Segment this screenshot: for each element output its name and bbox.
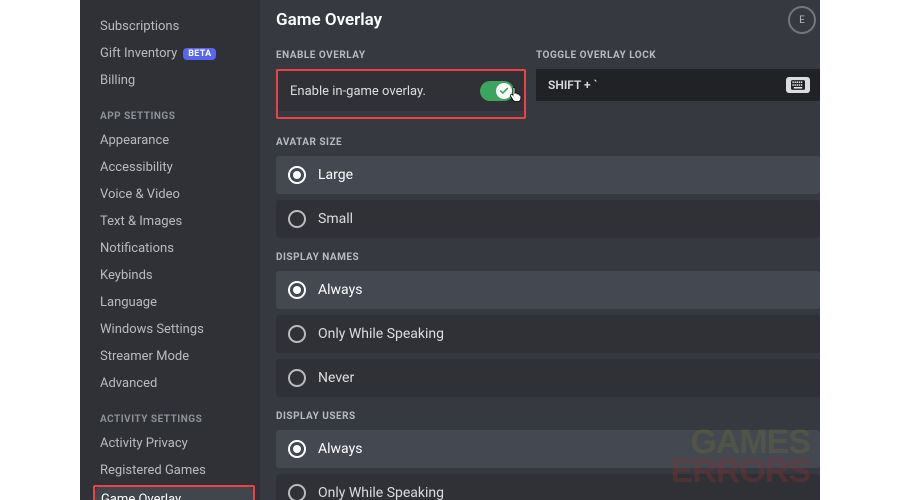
radio-option-only-while-speaking[interactable]: Only While Speaking [276,474,820,500]
sidebar-item-label: Billing [100,73,135,88]
close-label: E [799,15,805,26]
sidebar-item-windows-settings[interactable]: Windows Settings [94,317,254,342]
radio-circle-icon [288,440,306,458]
radio-option-always[interactable]: Always [276,271,820,309]
sidebar-item-notifications[interactable]: Notifications [94,236,254,261]
avatar-size-group: Large Small [276,156,820,238]
radio-option-label: Always [318,441,362,457]
enable-overlay-label: Enable in-game overlay. [290,84,426,99]
page-title: Game Overlay [276,10,820,30]
avatar-size-header: AVATAR SIZE [276,133,820,156]
radio-circle-icon [288,166,306,184]
radio-option-small[interactable]: Small [276,200,820,238]
toggle-lock-header: TOGGLE OVERLAY LOCK [536,46,820,69]
settings-sidebar: Subscriptions Gift Inventory BETA Billing A… [80,0,260,500]
sidebar-item-accessibility[interactable]: Accessibility [94,155,254,180]
radio-option-label: Only While Speaking [318,326,444,342]
radio-circle-icon [288,325,306,343]
sidebar-item-appearance[interactable]: Appearance [94,128,254,153]
sidebar-item-label: Text & Images [100,214,182,229]
sidebar-item-voice-video[interactable]: Voice & Video [94,182,254,207]
sidebar-item-gift-inventory[interactable]: Gift Inventory BETA [94,41,254,66]
sidebar-item-label: Game Overlay [101,492,181,500]
radio-option-label: Small [318,211,353,227]
radio-option-label: Never [318,370,354,386]
radio-option-label: Always [318,282,362,298]
enable-overlay-row: Enable in-game overlay. [278,71,524,111]
radio-circle-icon [288,210,306,228]
sidebar-item-game-overlay[interactable]: Game Overlay [95,487,253,500]
enable-overlay-highlight: Enable in-game overlay. [276,69,526,119]
sidebar-item-label: Voice & Video [100,187,180,202]
sidebar-item-label: Registered Games [100,463,206,478]
display-names-group: Always Only While Speaking Never [276,271,820,397]
sidebar-item-streamer-mode[interactable]: Streamer Mode [94,344,254,369]
radio-option-large[interactable]: Large [276,156,820,194]
activity-settings-header: ACTIVITY SETTINGS [94,398,254,431]
sidebar-item-billing[interactable]: Billing [94,68,254,93]
sidebar-item-label: Keybinds [100,268,153,283]
sidebar-item-label: Advanced [100,376,157,391]
sidebar-item-label: Subscriptions [100,19,179,34]
radio-option-always[interactable]: Always [276,430,820,468]
display-users-group: Always Only While Speaking [276,430,820,500]
sidebar-item-text-images[interactable]: Text & Images [94,209,254,234]
radio-circle-icon [288,281,306,299]
radio-option-only-while-speaking[interactable]: Only While Speaking [276,315,820,353]
display-names-header: DISPLAY NAMES [276,248,820,271]
sidebar-item-label: Language [100,295,157,310]
sidebar-item-label: Activity Privacy [100,436,188,451]
radio-option-never[interactable]: Never [276,359,820,397]
close-button[interactable]: E [788,6,816,34]
keyboard-icon [786,77,810,93]
sidebar-item-label: Accessibility [100,160,173,175]
display-users-header: DISPLAY USERS [276,407,820,430]
sidebar-item-advanced[interactable]: Advanced [94,371,254,396]
enable-overlay-toggle[interactable] [480,81,514,101]
sidebar-item-label: Appearance [100,133,169,148]
radio-option-label: Only While Speaking [318,485,444,500]
enable-overlay-header: ENABLE OVERLAY [276,46,526,69]
sidebar-item-registered-games[interactable]: Registered Games [94,458,254,483]
keybind-value: SHIFT + ` [548,78,598,92]
sidebar-item-label: Notifications [100,241,174,256]
radio-circle-icon [288,369,306,387]
app-settings-header: APP SETTINGS [94,95,254,128]
radio-circle-icon [288,484,306,500]
sidebar-item-label: Windows Settings [100,322,204,337]
keybind-bar[interactable]: SHIFT + ` [536,69,820,101]
sidebar-item-label: Streamer Mode [100,349,189,364]
sidebar-item-language[interactable]: Language [94,290,254,315]
sidebar-item-label: Gift Inventory [100,46,177,61]
radio-option-label: Large [318,167,353,183]
settings-window: Subscriptions Gift Inventory BETA Billing A… [80,0,820,500]
beta-badge: BETA [183,48,216,60]
sidebar-item-keybinds[interactable]: Keybinds [94,263,254,288]
sidebar-item-subscriptions[interactable]: Subscriptions [94,14,254,39]
sidebar-item-activity-privacy[interactable]: Activity Privacy [94,431,254,456]
main-content: E Game Overlay ENABLE OVERLAY Enable in-… [260,0,820,500]
